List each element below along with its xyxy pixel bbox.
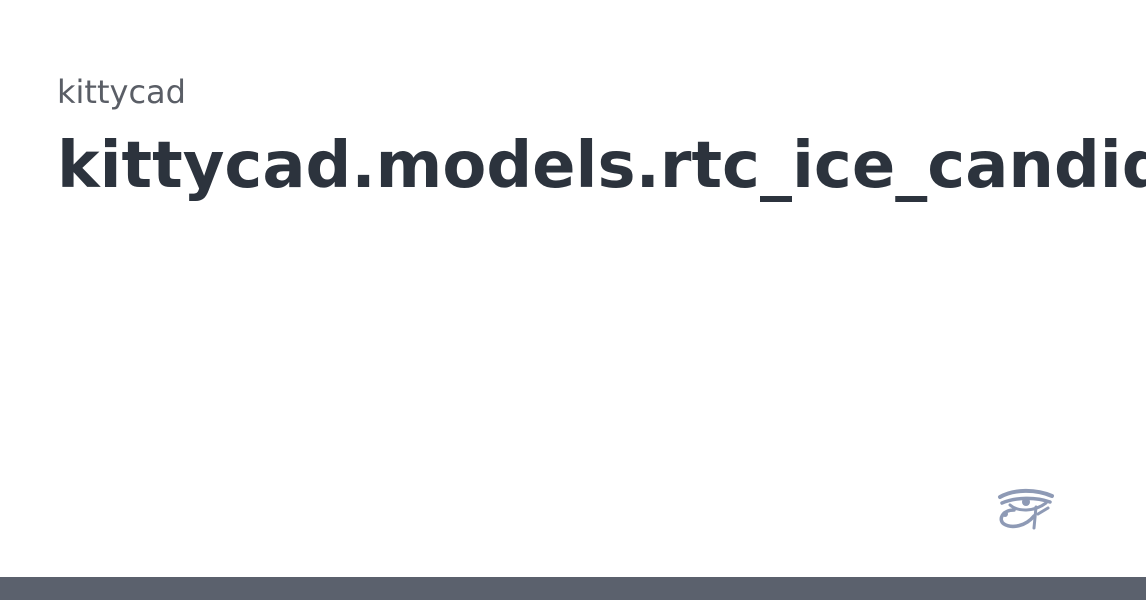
preview-card: kittycad kittycad.models.rtc_ice_candida… [0, 0, 1146, 600]
bottom-bar [0, 577, 1146, 600]
org-name: kittycad [57, 73, 186, 111]
eye-of-horus-icon [998, 488, 1054, 530]
page-title: kittycad.models.rtc_ice_candidate [57, 129, 1146, 203]
